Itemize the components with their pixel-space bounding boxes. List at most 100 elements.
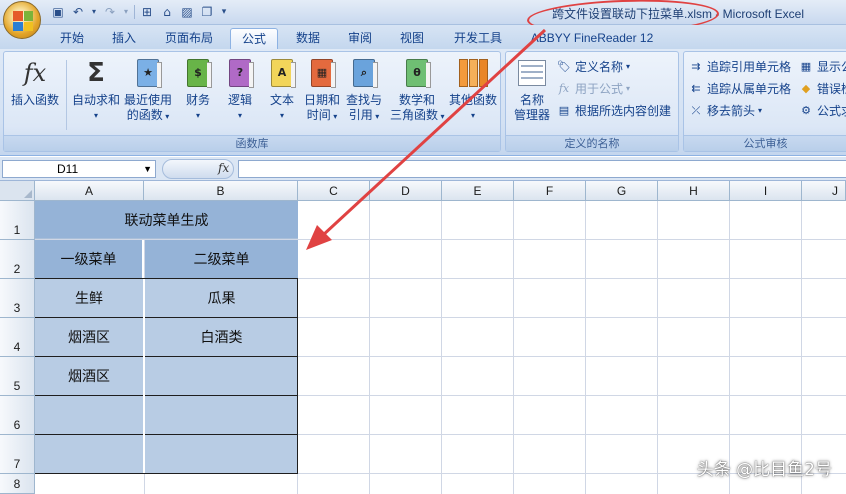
logical-book-icon: ? <box>225 56 255 90</box>
cell-b2[interactable]: 二级菜单 <box>145 240 298 278</box>
customize-qat-icon[interactable]: ▾ <box>219 4 229 20</box>
column-header-a[interactable]: A <box>35 181 144 201</box>
gridline <box>657 201 658 494</box>
cell-a6[interactable] <box>35 396 143 434</box>
group-label-defined-names: 定义的名称 <box>506 135 678 151</box>
dropdown-arrow-icon: ▾ <box>626 62 631 71</box>
row-header-6[interactable]: 6 <box>0 396 35 435</box>
cell-a7[interactable] <box>35 435 143 473</box>
row-header-7[interactable]: 7 <box>0 435 35 474</box>
gridline <box>441 201 442 494</box>
ribbon-separator <box>66 60 67 130</box>
column-header-g[interactable]: G <box>586 181 658 201</box>
cell-b5[interactable] <box>145 357 298 395</box>
tab-home[interactable]: 开始 <box>52 28 92 49</box>
row-header-2[interactable]: 2 <box>0 240 35 279</box>
picture-icon[interactable]: ▨ <box>179 4 195 20</box>
table-border <box>35 434 298 435</box>
dropdown-arrow-icon: ▾ <box>758 106 763 115</box>
books-stack-icon <box>458 56 488 90</box>
show-formulas-button[interactable]: ▦ 显示公 <box>798 58 846 76</box>
insert-function-button[interactable]: fx 插入函数 <box>8 56 62 108</box>
row-header-3[interactable]: 3 <box>0 279 35 318</box>
error-checking-button[interactable]: ◆ 错误检 <box>798 80 846 98</box>
more-functions-button[interactable]: 其他函数 ▾ <box>446 56 500 123</box>
text-book-icon: A <box>267 56 297 90</box>
remove-arrows-button[interactable]: ⤫ 移去箭头 ▾ <box>688 102 762 120</box>
formula-input[interactable] <box>238 160 846 178</box>
column-header-c[interactable]: C <box>298 181 370 201</box>
cell-b7[interactable] <box>145 435 298 473</box>
cell-b4[interactable]: 白酒类 <box>145 318 298 356</box>
tab-data[interactable]: 数据 <box>288 28 328 49</box>
quick-access-toolbar: ▣ ↶ ▾ ↷ ▾ ⊞ ⌂ ▨ ❐ ▾ <box>50 3 229 21</box>
row-header-8[interactable]: 8 <box>0 474 35 494</box>
redo-dropdown-icon[interactable]: ▾ <box>122 4 130 20</box>
column-header-f[interactable]: F <box>514 181 586 201</box>
define-name-button[interactable]: 🏷 定义名称 ▾ <box>556 58 630 76</box>
home-icon[interactable]: ⌂ <box>159 4 175 20</box>
tab-formulas[interactable]: 公式 <box>230 28 278 49</box>
cell-b6[interactable] <box>145 396 298 434</box>
row-header-5[interactable]: 5 <box>0 357 35 396</box>
name-manager-button[interactable]: 名称 管理器 <box>510 56 554 123</box>
tab-abbyy[interactable]: ABBYY FineReader 12 <box>524 28 660 49</box>
column-header-i[interactable]: I <box>730 181 802 201</box>
logical-button[interactable]: ? 逻辑 ▾ <box>220 56 260 123</box>
math-trig-button[interactable]: θ 数学和 三角函数 ▾ <box>390 56 445 124</box>
column-header-d[interactable]: D <box>370 181 442 201</box>
use-in-formula-button[interactable]: fx 用于公式 ▾ <box>556 80 630 98</box>
group-function-library: fx 插入函数 Σ 自动求和 ▾ ★ 最近使用 的函数 ▾ $ 财务 ▾ ? 逻… <box>3 51 501 152</box>
cell-b3[interactable]: 瓜果 <box>145 279 298 317</box>
name-box[interactable]: D11 ▼ <box>2 160 156 178</box>
remove-arrows-icon: ⤫ <box>691 104 701 117</box>
autosum-button[interactable]: Σ 自动求和 ▾ <box>70 56 122 123</box>
lookup-button[interactable]: ⌕ 查找与 引用 ▾ <box>342 56 386 124</box>
org-chart-icon[interactable]: ⊞ <box>139 4 155 20</box>
dropdown-arrow-icon: ▾ <box>372 112 380 121</box>
column-header-e[interactable]: E <box>442 181 514 201</box>
column-header-j[interactable]: J <box>802 181 846 201</box>
title-bar: ▣ ↶ ▾ ↷ ▾ ⊞ ⌂ ▨ ❐ ▾ 跨文件设置联动下拉菜单.xlsm - M… <box>0 0 846 39</box>
gridline <box>585 201 586 494</box>
insert-function-fx-icon[interactable]: fx <box>218 161 229 175</box>
tab-review[interactable]: 审阅 <box>340 28 380 49</box>
dropdown-arrow-icon: ▾ <box>195 111 200 120</box>
tab-view[interactable]: 视图 <box>392 28 432 49</box>
datetime-button[interactable]: ▦ 日期和 时间 ▾ <box>302 56 342 124</box>
column-header-h[interactable]: H <box>658 181 730 201</box>
tab-insert[interactable]: 插入 <box>104 28 144 49</box>
group-label-function-library: 函数库 <box>4 135 500 151</box>
tab-page-layout[interactable]: 页面布局 <box>158 28 220 49</box>
create-from-selection-button[interactable]: ▤ 根据所选内容创建 <box>556 102 671 120</box>
evaluate-formula-button[interactable]: ⚙ 公式求 <box>798 102 846 120</box>
worksheet-grid[interactable]: A B C D E F G H I J 1 2 3 4 5 6 7 8 联动菜单… <box>0 181 846 494</box>
office-button[interactable] <box>3 1 41 39</box>
column-header-b[interactable]: B <box>144 181 298 201</box>
redo-icon[interactable]: ↷ <box>102 4 118 20</box>
dropdown-arrow-icon: ▾ <box>438 112 445 121</box>
text-button[interactable]: A 文本 ▾ <box>262 56 302 123</box>
financial-button[interactable]: $ 财务 ▾ <box>178 56 218 123</box>
ribbon: fx 插入函数 Σ 自动求和 ▾ ★ 最近使用 的函数 ▾ $ 财务 ▾ ? 逻… <box>0 49 846 156</box>
trace-dependents-button[interactable]: ⇇ 追踪从属单元格 <box>688 80 791 98</box>
cell-a4[interactable]: 烟酒区 <box>35 318 143 356</box>
error-checking-icon: ◆ <box>801 82 811 95</box>
save-icon[interactable]: ▣ <box>50 4 66 20</box>
undo-icon[interactable]: ↶ <box>70 4 86 20</box>
row-header-1[interactable]: 1 <box>0 201 35 240</box>
undo-dropdown-icon[interactable]: ▾ <box>90 4 98 20</box>
recently-used-button[interactable]: ★ 最近使用 的函数 ▾ <box>122 56 174 124</box>
trace-precedents-button[interactable]: ⇉ 追踪引用单元格 <box>688 58 791 76</box>
cell-a3[interactable]: 生鲜 <box>35 279 143 317</box>
sigma-icon: Σ <box>87 57 105 88</box>
select-all-corner[interactable] <box>0 181 35 201</box>
row-header-4[interactable]: 4 <box>0 318 35 357</box>
cell-a1-b1-title[interactable]: 联动菜单生成 <box>35 201 298 239</box>
office-logo-icon <box>13 11 33 31</box>
window-icon[interactable]: ❐ <box>199 4 215 20</box>
tab-developer[interactable]: 开发工具 <box>446 28 510 49</box>
cell-a2[interactable]: 一级菜单 <box>35 240 143 278</box>
cell-a5[interactable]: 烟酒区 <box>35 357 143 395</box>
name-box-dropdown-icon[interactable]: ▼ <box>143 161 152 177</box>
